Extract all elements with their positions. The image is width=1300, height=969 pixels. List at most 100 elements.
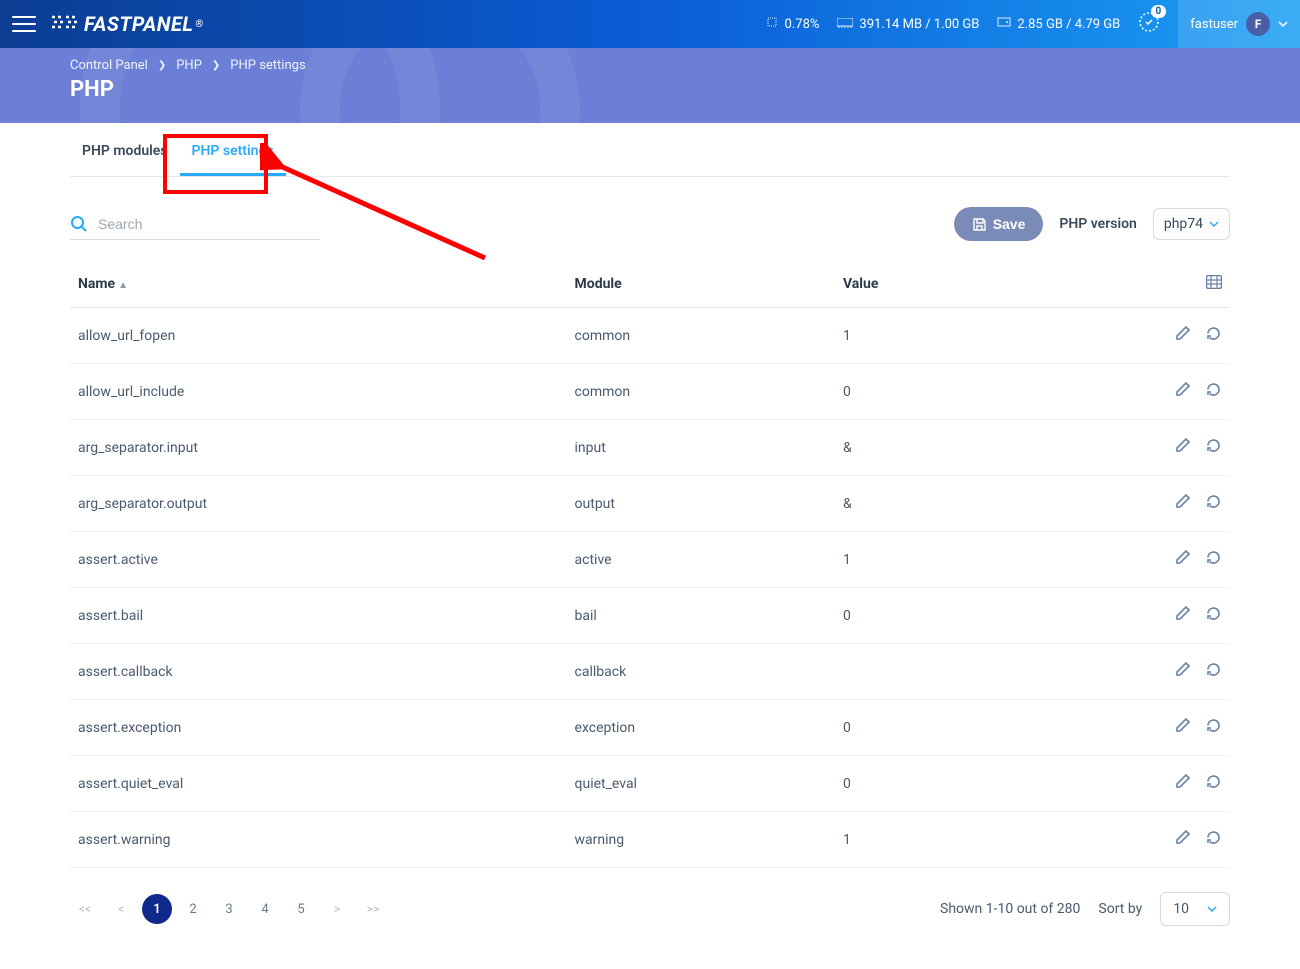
edit-button[interactable]: [1174, 549, 1191, 570]
cell-name: assert.warning: [70, 812, 567, 868]
version-label: PHP version: [1059, 216, 1136, 232]
reset-button[interactable]: [1205, 325, 1222, 346]
cell-actions: [1011, 364, 1230, 420]
version-select[interactable]: php74: [1153, 208, 1230, 240]
notifications[interactable]: 0: [1138, 11, 1160, 37]
cell-module: exception: [567, 700, 835, 756]
reset-button[interactable]: [1205, 717, 1222, 738]
search-input[interactable]: [98, 216, 279, 232]
cell-value: &: [835, 420, 1011, 476]
cpu-stat[interactable]: 0.78%: [765, 15, 820, 33]
cell-module: bail: [567, 588, 835, 644]
col-module[interactable]: Module: [567, 261, 835, 308]
cell-name: allow_url_include: [70, 364, 567, 420]
cell-module: common: [567, 308, 835, 364]
cell-name: arg_separator.output: [70, 476, 567, 532]
table-row: assert.warningwarning1: [70, 812, 1230, 868]
columns-icon: [1206, 275, 1222, 289]
reset-button[interactable]: [1205, 549, 1222, 570]
cell-value: 0: [835, 364, 1011, 420]
reset-button[interactable]: [1205, 829, 1222, 850]
cell-actions: [1011, 812, 1230, 868]
cell-name: arg_separator.input: [70, 420, 567, 476]
page-prev[interactable]: <: [106, 894, 136, 924]
reset-button[interactable]: [1205, 605, 1222, 626]
reset-button[interactable]: [1205, 493, 1222, 514]
cell-name: assert.quiet_eval: [70, 756, 567, 812]
table-row: assert.quiet_evalquiet_eval0: [70, 756, 1230, 812]
reset-button[interactable]: [1205, 381, 1222, 402]
table-row: assert.callbackcallback: [70, 644, 1230, 700]
breadcrumb-item[interactable]: Control Panel: [70, 58, 148, 73]
table-row: arg_separator.outputoutput&: [70, 476, 1230, 532]
cell-name: allow_url_fopen: [70, 308, 567, 364]
table-row: assert.bailbail0: [70, 588, 1230, 644]
cell-name: assert.exception: [70, 700, 567, 756]
sortby-label: Sort by: [1098, 901, 1142, 917]
page-size-select[interactable]: 10: [1160, 892, 1230, 926]
page-number[interactable]: 5: [286, 894, 316, 924]
chevron-down-icon: [1278, 21, 1288, 27]
main-content: PHP modules PHP settings Save PHP versio…: [0, 123, 1300, 956]
cell-actions: [1011, 756, 1230, 812]
cell-name: assert.callback: [70, 644, 567, 700]
edit-button[interactable]: [1174, 717, 1191, 738]
page-last[interactable]: >>: [358, 894, 388, 924]
chevron-right-icon: ❯: [212, 60, 220, 71]
edit-button[interactable]: [1174, 381, 1191, 402]
breadcrumb-item[interactable]: PHP settings: [230, 58, 305, 73]
col-actions[interactable]: [1011, 261, 1230, 308]
brand-icon: [52, 12, 78, 36]
save-icon: [972, 217, 987, 232]
subheader: Control Panel ❯ PHP ❯ PHP settings PHP: [0, 48, 1300, 123]
breadcrumb: Control Panel ❯ PHP ❯ PHP settings: [70, 58, 1230, 73]
sort-asc-icon: ▲: [118, 280, 128, 291]
pagination: << < 12345 > >>: [70, 894, 388, 924]
menu-toggle[interactable]: [12, 16, 36, 32]
page-title: PHP: [70, 77, 1230, 102]
tab-php-modules[interactable]: PHP modules: [70, 123, 180, 176]
shown-text: Shown 1-10 out of 280: [940, 901, 1080, 917]
topbar-stats: 0.78% 391.14 MB / 1.00 GB 2.85 GB / 4.79…: [765, 0, 1288, 48]
cell-actions: [1011, 588, 1230, 644]
tab-php-settings[interactable]: PHP settings: [180, 123, 286, 176]
page-number[interactable]: 2: [178, 894, 208, 924]
cell-module: input: [567, 420, 835, 476]
page-number[interactable]: 3: [214, 894, 244, 924]
col-name[interactable]: Name▲: [70, 261, 567, 308]
edit-button[interactable]: [1174, 829, 1191, 850]
col-value[interactable]: Value: [835, 261, 1011, 308]
edit-button[interactable]: [1174, 493, 1191, 514]
cell-actions: [1011, 532, 1230, 588]
reset-button[interactable]: [1205, 437, 1222, 458]
cell-module: warning: [567, 812, 835, 868]
cell-value: 0: [835, 588, 1011, 644]
reset-button[interactable]: [1205, 661, 1222, 682]
brand-logo[interactable]: FASTPANEL®: [52, 12, 204, 36]
brand-text: FASTPANEL: [84, 12, 193, 36]
disk-stat[interactable]: 2.85 GB / 4.79 GB: [997, 15, 1120, 33]
cell-value: 0: [835, 700, 1011, 756]
edit-button[interactable]: [1174, 605, 1191, 626]
edit-button[interactable]: [1174, 773, 1191, 794]
page-number[interactable]: 1: [142, 894, 172, 924]
tabs: PHP modules PHP settings: [70, 123, 1230, 177]
table-row: assert.exceptionexception0: [70, 700, 1230, 756]
toolbar: Save PHP version php74: [70, 177, 1230, 261]
edit-button[interactable]: [1174, 437, 1191, 458]
save-button[interactable]: Save: [954, 207, 1044, 241]
notif-count: 0: [1151, 5, 1167, 18]
memory-stat[interactable]: 391.14 MB / 1.00 GB: [837, 17, 979, 32]
edit-button[interactable]: [1174, 661, 1191, 682]
user-menu[interactable]: fastuser F: [1178, 0, 1300, 48]
table-footer: << < 12345 > >> Shown 1-10 out of 280 So…: [70, 868, 1230, 926]
page-first[interactable]: <<: [70, 894, 100, 924]
cell-module: common: [567, 364, 835, 420]
breadcrumb-item[interactable]: PHP: [176, 58, 202, 73]
reset-button[interactable]: [1205, 773, 1222, 794]
cell-module: callback: [567, 644, 835, 700]
edit-button[interactable]: [1174, 325, 1191, 346]
page-number[interactable]: 4: [250, 894, 280, 924]
cell-value: 1: [835, 308, 1011, 364]
page-next[interactable]: >: [322, 894, 352, 924]
